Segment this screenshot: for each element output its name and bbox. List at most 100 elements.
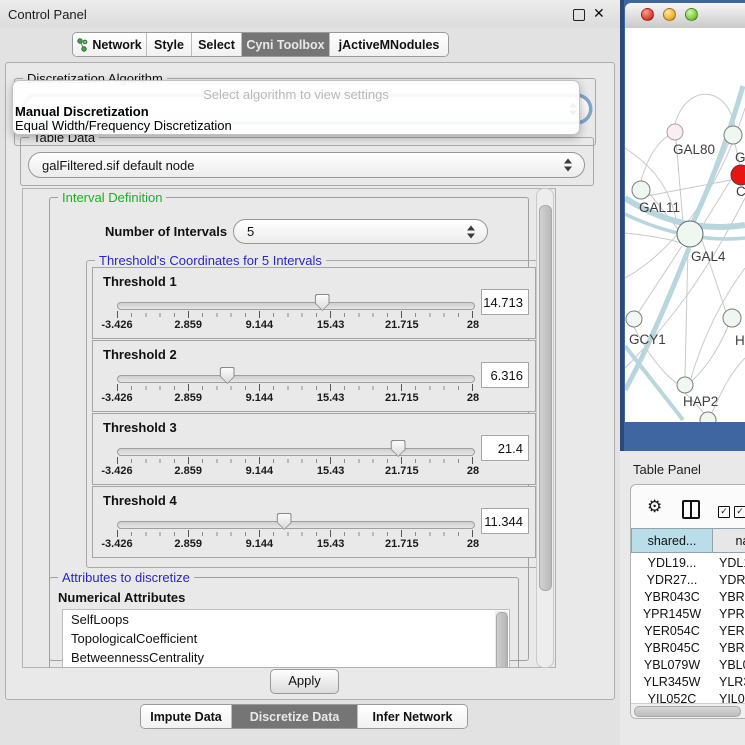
slider-scale: -3.426 2.859 9.144 15.43 21.715 28 <box>117 465 473 479</box>
tab-style[interactable]: Style <box>146 33 191 56</box>
list-item[interactable]: TopologicalCoefficient <box>63 629 509 648</box>
slider-track[interactable] <box>117 521 475 529</box>
slider-track[interactable] <box>117 448 475 456</box>
dropdown-item-equal-width-frequency[interactable]: Equal Width/Frequency Discretization <box>15 118 232 133</box>
node-h[interactable] <box>723 309 741 327</box>
mac-zoom-button[interactable] <box>685 8 698 21</box>
slider-major-ticks <box>117 530 474 537</box>
column-header-name[interactable]: na <box>713 528 745 553</box>
tab-cyni-toolbox[interactable]: Cyni Toolbox <box>241 33 329 56</box>
slider-track[interactable] <box>117 302 475 310</box>
number-of-intervals-combobox[interactable]: 5 <box>233 219 488 244</box>
split-columns-icon[interactable] <box>682 500 700 519</box>
tab-label: Discretize Data <box>250 710 340 724</box>
apply-button[interactable]: Apply <box>270 669 339 694</box>
tick-label: 15.43 <box>317 319 345 331</box>
list-item[interactable]: SelfLoops <box>63 610 509 629</box>
tab-discretize-data[interactable]: Discretize Data <box>231 705 357 728</box>
table-row[interactable]: YBR043CYBR0 <box>631 589 745 606</box>
tick-label: -3.426 <box>101 392 132 404</box>
dropdown-item-manual-discretization[interactable]: Manual Discretization <box>15 104 149 119</box>
table-row[interactable]: YLR345WYLR3 <box>631 674 745 691</box>
threshold-value-field[interactable]: 21.4 <box>481 435 529 461</box>
tick-label: 21.715 <box>385 392 419 404</box>
tick-label: 2.859 <box>174 319 202 331</box>
network-view-window: GAL80 GA C GAL11 GAL4 GCY1 H HAP2 <box>625 3 745 422</box>
gear-icon[interactable]: ⚙ <box>647 497 662 517</box>
table-card: ⚙ ✓ ✓ shared... na YDL19...YDL1 YDR27...… <box>630 484 745 719</box>
combo-arrows-icon <box>466 225 475 238</box>
table-row[interactable]: YPR145W YPR1 <box>631 606 745 623</box>
tick-label: 15.43 <box>317 392 345 404</box>
table-data-combobox[interactable]: galFiltered.sif default node <box>28 152 585 178</box>
network-canvas[interactable]: GAL80 GA C GAL11 GAL4 GCY1 H HAP2 <box>625 28 745 422</box>
checkbox-icon[interactable]: ✓ <box>734 506 745 518</box>
tick-label: -3.426 <box>101 319 132 331</box>
combo-arrows-icon <box>563 159 572 172</box>
threshold-3-slider[interactable]: -3.426 2.859 9.144 15.43 21.715 28 <box>117 414 473 484</box>
node-label-ga: GA <box>735 150 745 165</box>
scrollbar-thumb[interactable] <box>634 706 741 717</box>
close-icon[interactable]: ✕ <box>593 5 605 22</box>
network-graph: GAL80 GA C GAL11 GAL4 GCY1 H HAP2 <box>625 28 745 422</box>
threshold-panel-2: Threshold 2 -3.426 2.859 9.144 15.43 <box>92 340 536 412</box>
mac-close-button[interactable] <box>641 8 654 21</box>
scrollbar-thumb[interactable] <box>539 205 552 591</box>
slider-major-ticks <box>117 457 474 464</box>
threshold-4-slider[interactable]: -3.426 2.859 9.144 15.43 21.715 28 <box>117 487 473 557</box>
tab-network[interactable]: Network <box>73 33 146 56</box>
table-panel: Table Panel ⚙ ✓ ✓ shared... na YDL19...Y… <box>620 451 745 745</box>
cell: YDR2 <box>719 572 745 589</box>
node-hap2[interactable] <box>677 377 693 393</box>
checkbox-icon[interactable]: ✓ <box>718 506 730 518</box>
scrollbar-thumb[interactable] <box>496 612 508 668</box>
threshold-2-slider[interactable]: -3.426 2.859 9.144 15.43 21.715 28 <box>117 341 473 411</box>
float-window-icon[interactable] <box>573 9 585 21</box>
thresholds-group: Threshold's Coordinates for 5 Intervals … <box>86 260 542 568</box>
node-gal80[interactable] <box>667 124 683 140</box>
node-label-gcy1: GCY1 <box>629 332 666 347</box>
threshold-value-field[interactable]: 14.713 <box>481 289 529 315</box>
slider-major-ticks <box>117 384 474 391</box>
table-row[interactable]: YDL19...YDL1 <box>631 555 745 572</box>
numerical-attributes-list[interactable]: SelfLoops TopologicalCoefficient Between… <box>62 609 510 668</box>
table-row[interactable]: YER054C YER0 <box>631 623 745 640</box>
cell: YER0 <box>719 623 745 640</box>
node-gal11[interactable] <box>632 181 650 199</box>
tab-infer-network[interactable]: Infer Network <box>357 705 467 728</box>
threshold-1-slider[interactable]: -3.426 2.859 9.144 15.43 21.715 28 <box>117 268 473 338</box>
table-row[interactable]: YBR045CYBR0 <box>631 640 745 657</box>
node-selected-red[interactable] <box>731 165 745 185</box>
tab-select[interactable]: Select <box>191 33 241 56</box>
tick-label: 15.43 <box>317 465 345 477</box>
node-label-gal80: GAL80 <box>673 142 715 157</box>
threshold-value-field[interactable]: 6.316 <box>481 362 529 388</box>
node-ga[interactable] <box>724 126 742 144</box>
cell: YPR1 <box>719 606 745 623</box>
attributes-list-scrollbar[interactable] <box>495 611 508 668</box>
control-panel-tabs: Network Style Select Cyni Toolbox jActiv… <box>72 32 449 57</box>
table-horizontal-scrollbar[interactable] <box>631 703 745 718</box>
node-bottom[interactable] <box>700 412 716 422</box>
tick-label: -3.426 <box>101 538 132 550</box>
column-header-shared-name[interactable]: shared... <box>631 528 713 553</box>
node-gcy1[interactable] <box>626 311 642 327</box>
tab-impute-data[interactable]: Impute Data <box>141 705 231 728</box>
slider-track[interactable] <box>117 375 475 383</box>
mac-minimize-button[interactable] <box>663 8 676 21</box>
node-gal4[interactable] <box>677 221 703 247</box>
number-of-intervals-value: 5 <box>247 224 254 239</box>
tick-label: 28 <box>467 392 479 404</box>
cell: YER054C <box>631 623 713 640</box>
table-row[interactable]: YBL079WYBL0 <box>631 657 745 674</box>
tick-label: 21.715 <box>385 465 419 477</box>
control-panel: Control Panel ✕ Network Style Select <box>0 0 620 745</box>
network-window-titlebar[interactable] <box>625 3 745 29</box>
list-item[interactable]: BetweennessCentrality <box>63 648 509 667</box>
dropdown-placeholder: Select algorithm to view settings <box>13 87 579 102</box>
table-row[interactable]: YDR27...YDR2 <box>631 572 745 589</box>
settings-scrollbar[interactable] <box>536 188 554 668</box>
threshold-value-field[interactable]: 11.344 <box>481 508 529 534</box>
cell: YPR145W <box>631 606 713 623</box>
tab-jactivemnodules[interactable]: jActiveMNodules <box>329 33 448 56</box>
